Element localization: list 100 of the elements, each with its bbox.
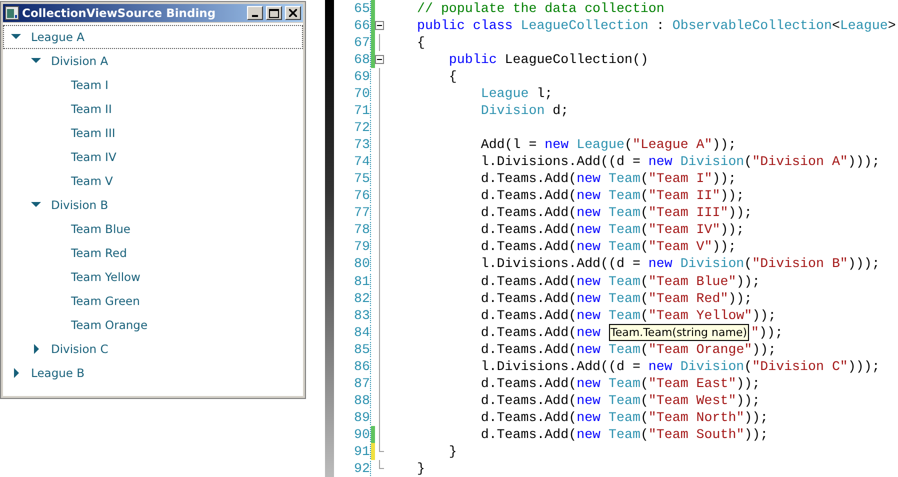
code-token: ( bbox=[640, 171, 648, 186]
line-number: 73 bbox=[334, 137, 371, 152]
code-token: l.Divisions.Add((d = bbox=[480, 154, 642, 170]
code-token: )); bbox=[720, 188, 744, 204]
code-token: ( bbox=[640, 308, 648, 323]
code-token: League bbox=[576, 137, 624, 152]
line-number: 71 bbox=[334, 103, 371, 118]
code-token: new bbox=[576, 376, 602, 391]
code-token: l.Divisions.Add((d = bbox=[480, 358, 642, 374]
code-token: new bbox=[648, 256, 674, 272]
code-token: Team bbox=[608, 222, 640, 238]
tree-item[interactable]: Division A bbox=[3, 49, 303, 73]
code-token: l; bbox=[536, 86, 553, 102]
code-token: new bbox=[648, 154, 674, 170]
code-token: ( bbox=[640, 342, 648, 357]
collapse-icon[interactable] bbox=[375, 55, 384, 64]
line-number: 80 bbox=[334, 256, 371, 272]
code-token: public class bbox=[417, 18, 514, 34]
tree-item[interactable]: Team Red bbox=[3, 241, 303, 265]
maximize-icon bbox=[269, 8, 279, 18]
code-token: d.Teams.Add( bbox=[480, 205, 577, 220]
tree-item[interactable]: Team Blue bbox=[3, 217, 303, 241]
tree-item[interactable]: Team Yellow bbox=[3, 265, 303, 289]
line-number: 92 bbox=[334, 460, 371, 476]
code-token: ))); bbox=[848, 358, 880, 374]
code-token: )); bbox=[736, 376, 760, 391]
line-number: 81 bbox=[334, 274, 371, 289]
collapsed-arrow-icon[interactable] bbox=[11, 368, 21, 378]
code-token: ( bbox=[640, 376, 648, 391]
code-token: )); bbox=[752, 308, 776, 323]
code-token: new bbox=[576, 205, 602, 220]
code-token: { bbox=[448, 69, 457, 84]
code-token: d; bbox=[552, 103, 569, 118]
code-token: new bbox=[576, 239, 602, 254]
expanded-arrow-icon[interactable] bbox=[31, 56, 41, 66]
code-token: Team bbox=[608, 205, 640, 220]
line-number: 77 bbox=[334, 205, 371, 220]
code-token: : bbox=[655, 18, 666, 34]
tree-item[interactable]: Team V bbox=[3, 169, 303, 193]
line-number: 85 bbox=[334, 342, 371, 357]
tree-item[interactable]: Team II bbox=[3, 97, 303, 121]
tree-item[interactable]: Division B bbox=[3, 193, 303, 217]
tree-item[interactable]: Team I bbox=[3, 73, 303, 97]
minimize-button[interactable] bbox=[247, 6, 263, 20]
code-token: ( bbox=[640, 222, 648, 238]
code-token: d.Teams.Add( bbox=[480, 324, 577, 340]
code-token: Division bbox=[680, 358, 744, 374]
tree-item[interactable]: Division C bbox=[3, 337, 303, 361]
app-icon bbox=[5, 6, 19, 20]
line-number: 78 bbox=[334, 222, 371, 238]
code-token: new bbox=[576, 410, 602, 425]
code-token: ObservableCollection bbox=[672, 18, 832, 34]
code-token: d.Teams.Add( bbox=[480, 239, 577, 254]
code-token: Add(l = bbox=[480, 137, 538, 152]
close-button[interactable] bbox=[285, 6, 301, 20]
code-token: ( bbox=[640, 274, 648, 289]
code-token: )); bbox=[712, 137, 736, 152]
code-token: new bbox=[576, 392, 602, 408]
code-token: new bbox=[576, 222, 602, 238]
line-number: 88 bbox=[334, 392, 371, 408]
code-token: Division bbox=[680, 154, 744, 170]
tooltip: Team.Team(string name) bbox=[608, 324, 750, 341]
code-token: "Division A" bbox=[752, 154, 848, 170]
tree-item[interactable]: Team Orange bbox=[3, 313, 303, 337]
code-token: new bbox=[648, 358, 674, 374]
code-token: d.Teams.Add( bbox=[480, 308, 577, 323]
expanded-arrow-icon[interactable] bbox=[31, 200, 41, 210]
code-token: "Team West" bbox=[648, 392, 736, 408]
tree-item[interactable]: Team IV bbox=[3, 145, 303, 169]
code-token: new bbox=[576, 308, 602, 323]
code-token: Team bbox=[608, 392, 640, 408]
collapse-icon[interactable] bbox=[375, 21, 384, 30]
tree-item[interactable]: League B bbox=[3, 361, 303, 385]
collapsed-arrow-icon[interactable] bbox=[31, 344, 41, 354]
code-token: new bbox=[576, 426, 602, 442]
tree-item[interactable]: Team Green bbox=[3, 289, 303, 313]
code-token: new bbox=[576, 274, 602, 289]
code-token: "Team Blue" bbox=[648, 274, 736, 289]
code-token: LeagueCollection() bbox=[504, 52, 648, 68]
code-token: d.Teams.Add( bbox=[480, 410, 577, 425]
maximize-button[interactable] bbox=[266, 6, 282, 20]
line-number: 87 bbox=[334, 376, 371, 391]
code-token: Division bbox=[680, 256, 744, 272]
code-token: ))); bbox=[848, 256, 880, 272]
code-token: )); bbox=[759, 324, 783, 340]
expanded-arrow-icon[interactable] bbox=[11, 32, 21, 42]
code-token: d.Teams.Add( bbox=[480, 274, 577, 289]
code-token: d.Teams.Add( bbox=[480, 290, 577, 306]
code-token: Team bbox=[608, 188, 640, 204]
code-token: )); bbox=[744, 410, 768, 425]
code-token: new bbox=[576, 324, 602, 340]
code-token: Team bbox=[608, 239, 640, 254]
code-token: "Team II" bbox=[648, 188, 720, 204]
code-token: "Division C" bbox=[752, 358, 848, 374]
line-number: 70 bbox=[334, 86, 371, 102]
code-token: )); bbox=[712, 239, 736, 254]
code-token: d.Teams.Add( bbox=[480, 188, 577, 204]
tree-item[interactable]: Team III bbox=[3, 121, 303, 145]
line-number: 76 bbox=[334, 188, 371, 204]
tree-item[interactable]: League A bbox=[3, 25, 303, 49]
